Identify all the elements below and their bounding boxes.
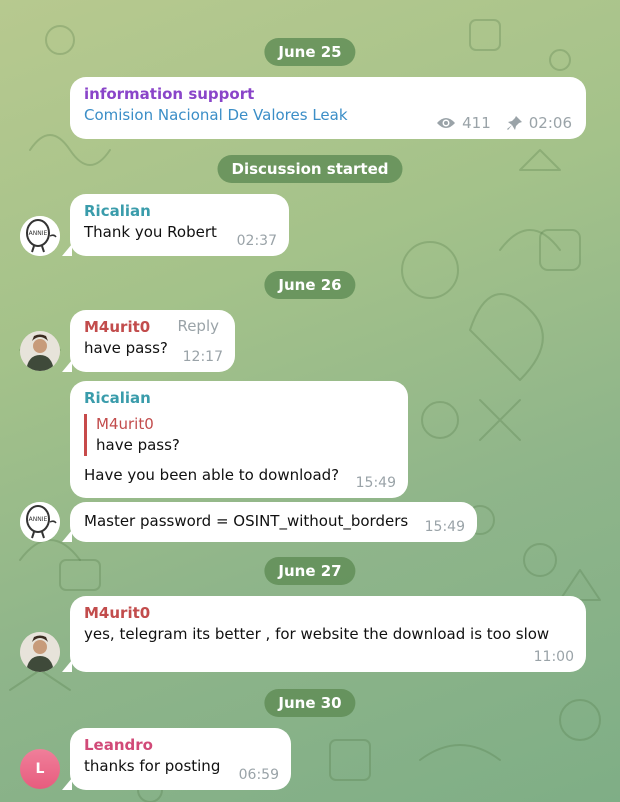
reply-button[interactable]: Reply <box>177 317 219 335</box>
person-avatar-icon <box>20 331 60 371</box>
avatar[interactable] <box>20 331 60 371</box>
pin-icon <box>506 116 522 130</box>
post-meta: 411 02:06 <box>436 114 572 132</box>
sender-name[interactable]: Ricalian <box>84 201 275 221</box>
sender-name[interactable]: M4urit0 <box>84 603 572 623</box>
egg-avatar-icon: ANNIE <box>20 502 60 542</box>
date-separator: June 27 <box>264 557 356 585</box>
channel-name[interactable]: information support <box>84 84 572 104</box>
message-time: 02:37 <box>236 233 277 249</box>
message-text: Master password = OSINT_without_borders <box>84 512 409 530</box>
message-bubble[interactable]: M4urit0 Reply have pass? 12:17 <box>62 310 235 372</box>
date-separator: June 30 <box>264 689 356 717</box>
post-time: 02:06 <box>528 114 572 132</box>
quoted-reply[interactable]: M4urit0 have pass? <box>84 414 394 456</box>
message-bubble[interactable]: Master password = OSINT_without_borders … <box>62 502 477 542</box>
message-text: Have you been able to download? <box>84 466 340 484</box>
date-separator: June 26 <box>264 271 356 299</box>
avatar[interactable]: L <box>20 749 60 789</box>
message-bubble[interactable]: Leandro thanks for posting 06:59 <box>62 728 291 790</box>
message-bubble[interactable]: Ricalian M4urit0 have pass? Have you bee… <box>70 381 408 498</box>
person-avatar-icon <box>20 632 60 672</box>
avatar[interactable]: ANNIE <box>20 216 60 256</box>
message-time: 12:17 <box>182 349 223 365</box>
forwarded-post[interactable]: information support Comision Nacional De… <box>70 77 586 139</box>
message-time: 15:49 <box>424 519 465 535</box>
quoted-text: have pass? <box>96 436 180 454</box>
svg-text:ANNIE: ANNIE <box>29 516 48 523</box>
date-separator: June 25 <box>264 38 356 66</box>
message-time: 06:59 <box>238 767 279 783</box>
svg-text:ANNIE: ANNIE <box>29 230 48 237</box>
avatar[interactable] <box>20 632 60 672</box>
egg-avatar-icon: ANNIE <box>20 216 60 256</box>
avatar[interactable]: ANNIE <box>20 502 60 542</box>
quoted-sender: M4urit0 <box>96 415 154 433</box>
message-time: 15:49 <box>355 475 396 491</box>
view-count: 411 <box>462 114 491 132</box>
sender-name[interactable]: Leandro <box>84 735 277 755</box>
message-time: 11:00 <box>533 649 574 665</box>
message-bubble[interactable]: Ricalian Thank you Robert 02:37 <box>62 194 289 256</box>
sender-name[interactable]: Ricalian <box>84 388 394 408</box>
eye-icon <box>437 118 456 128</box>
system-message: Discussion started <box>217 155 403 183</box>
message-bubble[interactable]: M4urit0 yes, telegram its better , for w… <box>62 596 586 672</box>
message-text: yes, telegram its better , for website t… <box>84 625 550 643</box>
